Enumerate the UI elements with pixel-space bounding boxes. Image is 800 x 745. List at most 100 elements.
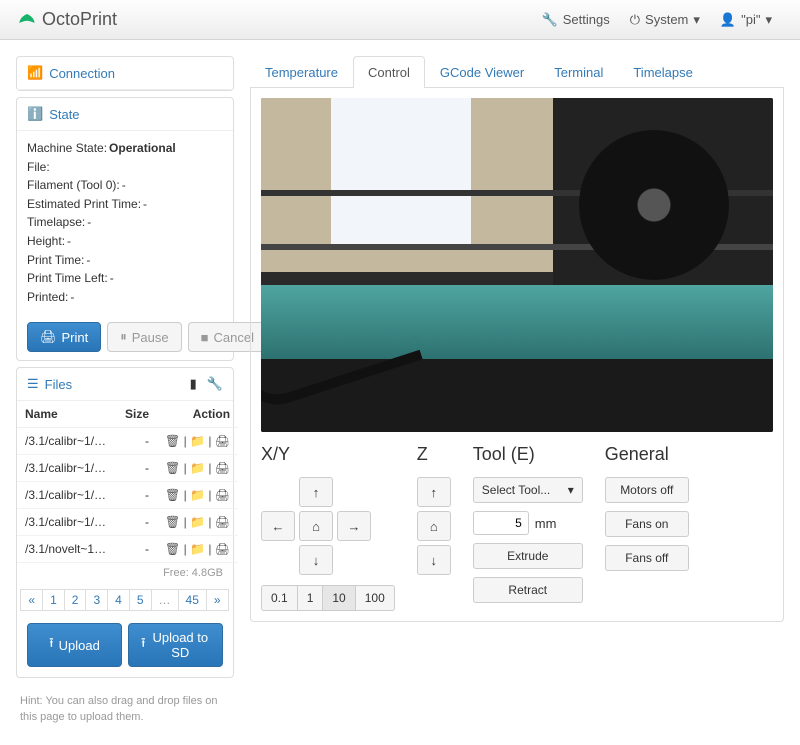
tool-control: Tool (E) Select Tool... ▾ mm Extrude Ret… (473, 444, 583, 611)
value-printed: - (70, 288, 74, 307)
folder-icon[interactable]: 📁 (190, 542, 205, 556)
files-toggle[interactable]: Files (45, 377, 72, 392)
jog-step-1[interactable]: 1 (297, 585, 324, 611)
value-print-time-left: - (110, 269, 114, 288)
print-button-label: Print (62, 330, 89, 345)
upload-button[interactable]: ⭱Upload (27, 623, 122, 667)
caret-down-icon: ▾ (693, 12, 700, 28)
connection-toggle[interactable]: Connection (49, 66, 115, 81)
nav-user-label: "pi" (741, 12, 760, 27)
nav-user[interactable]: 👤 "pi" ▾ (710, 12, 782, 28)
col-name: Name (17, 401, 117, 428)
trash-icon[interactable]: 🗑 (165, 461, 180, 475)
arrow-right-icon: → (348, 519, 361, 534)
jog-step-0.1[interactable]: 0.1 (261, 585, 298, 611)
tab-terminal[interactable]: Terminal (539, 56, 618, 88)
jog-y-minus[interactable]: ↓ (299, 545, 333, 575)
jog-step-100[interactable]: 100 (355, 585, 395, 611)
user-icon: 👤 (720, 12, 736, 28)
page-link[interactable]: 2 (64, 589, 87, 611)
upload-icon: ⭱ (141, 634, 146, 656)
value-filament: - (122, 176, 126, 195)
tab-timelapse[interactable]: Timelapse (618, 56, 707, 88)
print-icon[interactable]: 🖨 (215, 488, 230, 502)
page-link[interactable]: 5 (129, 589, 152, 611)
trash-icon[interactable]: 🗑 (165, 488, 180, 502)
pause-button[interactable]: ⏸Pause (107, 322, 181, 352)
nav-settings-label: Settings (563, 12, 610, 27)
page-link[interactable]: 45 (178, 589, 207, 611)
trash-icon[interactable]: 🗑 (165, 434, 180, 448)
general-control: General Motors off Fans on Fans off (605, 444, 689, 579)
tab-control[interactable]: Control (353, 56, 425, 88)
file-name: /3.1/calibr~1/b… (17, 455, 117, 482)
jog-z-minus[interactable]: ↓ (417, 545, 451, 575)
page-link[interactable]: « (20, 589, 43, 611)
jog-x-minus[interactable]: ← (261, 511, 295, 541)
page-link[interactable]: 1 (42, 589, 65, 611)
jog-step-10[interactable]: 10 (322, 585, 355, 611)
stop-icon: ■ (201, 330, 209, 345)
home-z[interactable]: ⌂ (417, 511, 451, 541)
motors-off-button[interactable]: Motors off (605, 477, 689, 503)
home-icon: ⌂ (430, 519, 438, 534)
print-icon[interactable]: 🖨 (215, 461, 230, 475)
table-row[interactable]: /3.1/calibr~1/z_…-🗑 | 📁 | 🖨 (17, 509, 238, 536)
file-size: - (117, 455, 157, 482)
upload-sd-button[interactable]: ⭱Upload to SD (128, 623, 223, 667)
print-icon[interactable]: 🖨 (215, 542, 230, 556)
nav-settings[interactable]: 🔧 Settings (532, 12, 620, 28)
fans-on-button[interactable]: Fans on (605, 511, 689, 537)
folder-icon[interactable]: 📁 (190, 515, 205, 529)
label-est-time: Estimated Print Time: (27, 195, 141, 214)
jog-y-plus[interactable]: ↑ (299, 477, 333, 507)
state-toggle[interactable]: State (49, 107, 79, 122)
brand[interactable]: OctoPrint (18, 9, 117, 30)
print-icon: 🖨 (40, 329, 57, 345)
table-row[interactable]: /3.1/novelt~1/…-🗑 | 📁 | 🖨 (17, 536, 238, 563)
upload-hint: Hint: You can also drag and drop files o… (16, 684, 234, 725)
print-button[interactable]: 🖨 Print (27, 322, 101, 352)
wrench-icon[interactable]: 🔧 (207, 376, 223, 392)
upload-button-label: Upload (59, 638, 100, 653)
page-link: … (151, 589, 179, 611)
tab-temperature[interactable]: Temperature (250, 56, 353, 88)
nav-system[interactable]: ⏻ System ▾ (620, 12, 710, 28)
table-row[interactable]: /3.1/calibr~1/b…-🗑 | 📁 | 🖨 (17, 455, 238, 482)
jog-x-plus[interactable]: → (337, 511, 371, 541)
page-link[interactable]: » (206, 589, 229, 611)
retract-button[interactable]: Retract (473, 577, 583, 603)
list-icon: ☰ (27, 376, 39, 392)
jog-z-plus[interactable]: ↑ (417, 477, 451, 507)
folder-icon[interactable]: 📁 (190, 461, 205, 475)
extrude-amount-input[interactable] (473, 511, 529, 535)
page-link[interactable]: 3 (85, 589, 108, 611)
col-size: Size (117, 401, 157, 428)
file-name: /3.1/calibr~1/o… (17, 482, 117, 509)
tool-select[interactable]: Select Tool... ▾ (473, 477, 583, 503)
sd-icon[interactable]: ▮ (190, 376, 197, 392)
table-row[interactable]: /3.1/calibr~1/o…-🗑 | 📁 | 🖨 (17, 482, 238, 509)
folder-icon[interactable]: 📁 (190, 434, 205, 448)
tab-gcode-viewer[interactable]: GCode Viewer (425, 56, 539, 88)
general-title: General (605, 444, 689, 465)
trash-icon[interactable]: 🗑 (165, 515, 180, 529)
pagination: «12345…45» (17, 583, 233, 617)
label-timelapse: Timelapse: (27, 213, 85, 232)
extrude-button[interactable]: Extrude (473, 543, 583, 569)
value-height: - (67, 232, 71, 251)
label-print-time-left: Print Time Left: (27, 269, 108, 288)
folder-icon[interactable]: 📁 (190, 488, 205, 502)
trash-icon[interactable]: 🗑 (165, 542, 180, 556)
arrow-up-icon: ↑ (313, 485, 320, 500)
print-icon[interactable]: 🖨 (215, 434, 230, 448)
tab-control-content: X/Y ↑ ← ⌂ → ↓ 0.1110100 (250, 88, 784, 622)
webcam-stream[interactable] (261, 98, 773, 432)
power-icon: ⏻ (630, 12, 640, 28)
page-link[interactable]: 4 (107, 589, 130, 611)
fans-off-button[interactable]: Fans off (605, 545, 689, 571)
table-row[interactable]: /3.1/calibr~1/b…-🗑 | 📁 | 🖨 (17, 428, 238, 455)
home-xy[interactable]: ⌂ (299, 511, 333, 541)
file-size: - (117, 428, 157, 455)
print-icon[interactable]: 🖨 (215, 515, 230, 529)
